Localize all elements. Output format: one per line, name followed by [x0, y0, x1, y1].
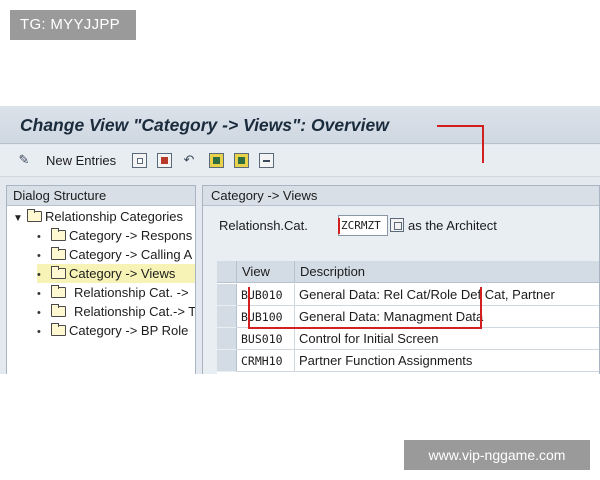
title-bar: Change View "Category -> Views": Overvie… — [0, 106, 600, 144]
tree-item-selected[interactable]: • Category -> Views — [37, 264, 195, 283]
toolbar: ✎ New Entries ↶ — [0, 145, 600, 177]
views-panel: Category -> Views Relationsh.Cat. ZCRMZT… — [202, 185, 600, 374]
tree-item-label: Category -> BP Role — [69, 323, 189, 338]
select-block-icon[interactable] — [234, 153, 249, 168]
tree-item-label: Relationship Cat.-> T — [74, 304, 196, 319]
folder-icon — [51, 247, 66, 260]
row-selector[interactable] — [217, 328, 237, 350]
relcat-field[interactable]: ZCRMZT — [338, 215, 388, 236]
annotation-line — [338, 218, 340, 234]
select-all-icon[interactable] — [209, 153, 224, 168]
tree-item-label: Category -> Respons — [69, 228, 193, 243]
watermark-top: TG: MYYJJPP — [10, 10, 136, 40]
display-change-icon[interactable]: ✎ — [16, 153, 32, 169]
folder-icon — [51, 285, 66, 298]
table-cell-view[interactable]: BUB010 — [237, 284, 295, 306]
table-cell-view[interactable]: BUS010 — [237, 328, 295, 350]
tree-item-label: Relationship Cat. -> — [74, 285, 189, 300]
annotation-line — [482, 125, 484, 163]
annotation-line — [480, 287, 482, 329]
expand-triangle-icon[interactable]: ▼ — [13, 209, 27, 228]
table-cell-description[interactable]: General Data: Rel Cat/Role Def Cat, Part… — [295, 284, 599, 306]
sap-window: Change View "Category -> Views": Overvie… — [0, 106, 600, 374]
annotation-line — [248, 327, 482, 329]
undo-icon[interactable]: ↶ — [181, 153, 197, 169]
views-panel-header: Category -> Views — [203, 186, 599, 206]
tree-item[interactable]: • Category -> Respons — [37, 226, 192, 245]
folder-icon — [51, 228, 66, 241]
folder-icon — [51, 323, 66, 336]
row-selector[interactable] — [217, 306, 237, 328]
tree-item[interactable]: • Category -> BP Role — [37, 321, 188, 340]
dialog-structure-header: Dialog Structure — [7, 186, 195, 206]
table-cell-view[interactable]: CRMH10 — [237, 350, 295, 372]
page: TG: MYYJJPP Change View "Category -> Vie… — [0, 0, 600, 480]
new-entries-button[interactable]: New Entries — [46, 153, 116, 168]
folder-icon — [27, 209, 42, 222]
row-selector[interactable] — [217, 350, 237, 372]
tree-root-label: Relationship Categories — [45, 209, 184, 224]
table-cell-description[interactable]: Partner Function Assignments — [295, 350, 599, 372]
open-folder-icon — [51, 266, 66, 279]
tree-root[interactable]: ▼ Relationship Categories — [13, 207, 183, 226]
table-cell-description[interactable]: Control for Initial Screen — [295, 328, 599, 350]
annotation-line — [248, 287, 250, 327]
delete-icon[interactable] — [157, 153, 172, 168]
deselect-all-icon[interactable] — [259, 153, 274, 168]
relcat-label: Relationsh.Cat. — [219, 218, 308, 233]
row-selector[interactable] — [217, 284, 237, 306]
table-cell-description[interactable]: General Data: Managment Data — [295, 306, 599, 328]
tree-item[interactable]: • Relationship Cat.-> T — [37, 302, 196, 321]
relcat-description: as the Architect — [408, 218, 497, 233]
views-table: View Description BUB010 General Data: Re… — [217, 261, 599, 374]
tree-item-label: Category -> Views — [69, 266, 176, 281]
annotation-line — [437, 125, 483, 127]
watermark-bottom: www.vip-nggame.com — [404, 440, 590, 470]
dialog-structure-panel: Dialog Structure ▼ Relationship Categorie… — [6, 185, 196, 374]
select-all-column[interactable] — [217, 261, 237, 283]
column-header-description[interactable]: Description — [295, 261, 599, 283]
folder-icon — [51, 304, 66, 317]
tree-item[interactable]: • Relationship Cat. -> — [37, 283, 189, 302]
column-header-view[interactable]: View — [237, 261, 295, 283]
table-cell-view[interactable]: BUB100 — [237, 306, 295, 328]
value-help-icon[interactable] — [390, 218, 404, 232]
tree-item[interactable]: • Category -> Calling A — [37, 245, 192, 264]
tree-item-label: Category -> Calling A — [69, 247, 193, 262]
window-title: Change View "Category -> Views": Overvie… — [20, 115, 389, 135]
copy-icon[interactable] — [132, 153, 147, 168]
